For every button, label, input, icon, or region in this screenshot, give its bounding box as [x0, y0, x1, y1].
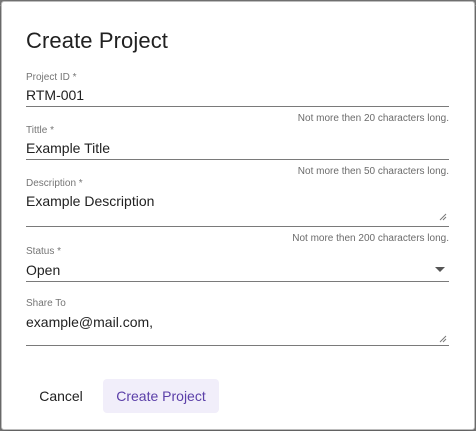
- share-to-underline: [26, 345, 449, 346]
- cancel-button[interactable]: Cancel: [30, 379, 92, 413]
- create-project-button[interactable]: Create Project: [103, 379, 219, 413]
- resize-handle-icon[interactable]: [439, 335, 447, 343]
- description-hint: Not more then 200 characters long.: [292, 233, 449, 244]
- project-id-underline: [26, 106, 449, 107]
- title-input[interactable]: Example Title: [26, 140, 110, 156]
- title-field[interactable]: Tittle * Example Title Not more then 50 …: [26, 123, 449, 177]
- title-underline: [26, 159, 449, 160]
- project-id-field[interactable]: Project ID * RTM-001 Not more then 20 ch…: [26, 70, 449, 124]
- status-select[interactable]: Status * Open: [26, 244, 449, 284]
- status-underline: [26, 281, 449, 282]
- project-id-label: Project ID *: [26, 72, 77, 83]
- description-label: Description *: [26, 178, 83, 189]
- create-project-dialog: Create Project Project ID * RTM-001 Not …: [1, 1, 475, 430]
- dialog-title: Create Project: [26, 28, 169, 53]
- share-to-field[interactable]: Share To example@mail.com,: [26, 296, 449, 348]
- share-to-label: Share To: [26, 298, 66, 309]
- resize-handle-icon[interactable]: [439, 213, 447, 221]
- dropdown-arrow-icon[interactable]: [435, 267, 445, 272]
- title-label: Tittle *: [26, 125, 54, 136]
- description-field[interactable]: Description * Example Description Not mo…: [26, 176, 449, 248]
- project-id-input[interactable]: RTM-001: [26, 87, 84, 103]
- description-textarea[interactable]: Example Description: [26, 193, 154, 209]
- share-to-textarea[interactable]: example@mail.com,: [26, 314, 153, 330]
- description-underline: [26, 226, 449, 227]
- status-label: Status *: [26, 246, 62, 257]
- status-selected-value[interactable]: Open: [26, 262, 60, 278]
